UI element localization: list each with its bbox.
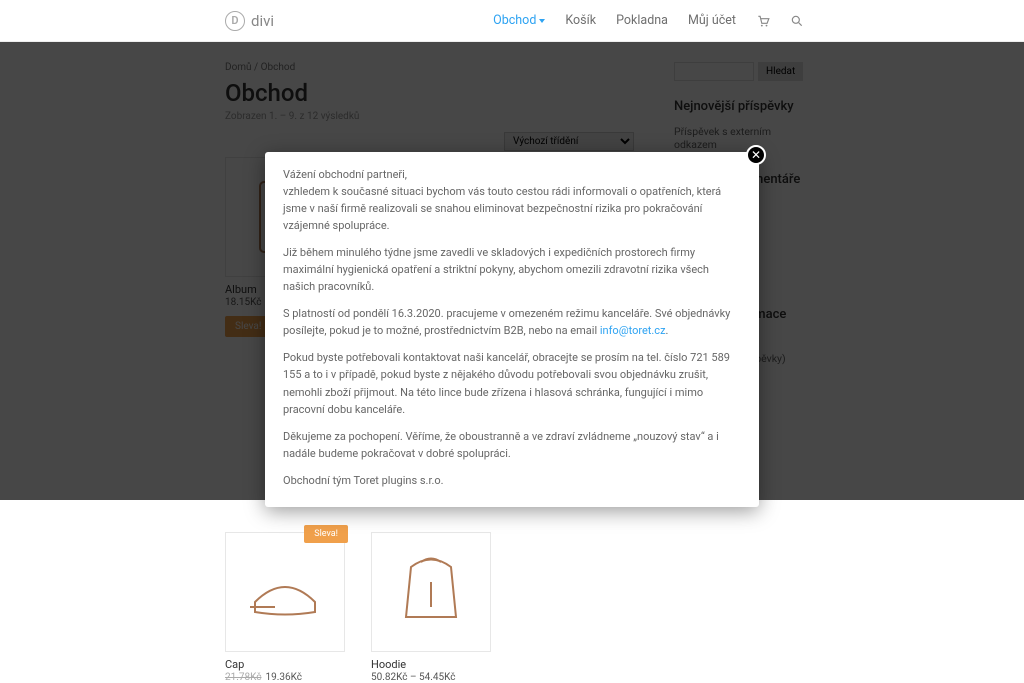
cart-icon[interactable] [756,14,770,28]
modal-p: S platností od pondělí 16.3.2020. pracuj… [283,305,741,339]
email-link[interactable]: info@toret.cz [600,324,666,337]
product-thumb: Sleva! [225,532,345,652]
modal-p: Děkujeme za pochopení. Věříme, že oboust… [283,428,741,462]
modal-p: Již během minulého týdne jsme zavedli ve… [283,244,741,295]
product-name: Cap [225,658,345,671]
close-icon[interactable]: ✕ [746,145,766,165]
primary-nav: Obchod Košík Pokladna Můj účet [493,13,804,28]
product-card[interactable]: Sleva! Cap 21.78Kč 19.36Kč [225,532,345,683]
sale-badge: Sleva! [304,525,348,543]
product-price: 19.36Kč [266,672,303,683]
logo[interactable]: D divi [225,11,274,31]
nav-account[interactable]: Můj účet [688,13,736,28]
product-price: 50.82Kč – 54.45Kč [371,672,491,683]
nav-cart[interactable]: Košík [565,13,596,28]
search-icon[interactable] [790,14,804,28]
notice-modal: ✕ Vážení obchodní partneři,vzhledem k so… [265,152,759,507]
modal-p: Vážení obchodní partneři,vzhledem k souč… [283,166,741,234]
modal-p: Pokud byste potřebovali kontaktovat naši… [283,349,741,417]
logo-badge-icon: D [225,11,245,31]
topbar: D divi Obchod Košík Pokladna Můj účet [0,0,1024,42]
product-card[interactable]: Hoodie 50.82Kč – 54.45Kč [371,532,491,683]
product-name: Hoodie [371,658,491,671]
chevron-down-icon [539,19,545,23]
product-old-price: 21.78Kč [225,672,262,683]
nav-shop[interactable]: Obchod [493,13,545,28]
nav-checkout[interactable]: Pokladna [616,13,668,28]
product-thumb [371,532,491,652]
brand-text: divi [251,12,274,30]
modal-p: Obchodní tým Toret plugins s.r.o. [283,472,741,489]
